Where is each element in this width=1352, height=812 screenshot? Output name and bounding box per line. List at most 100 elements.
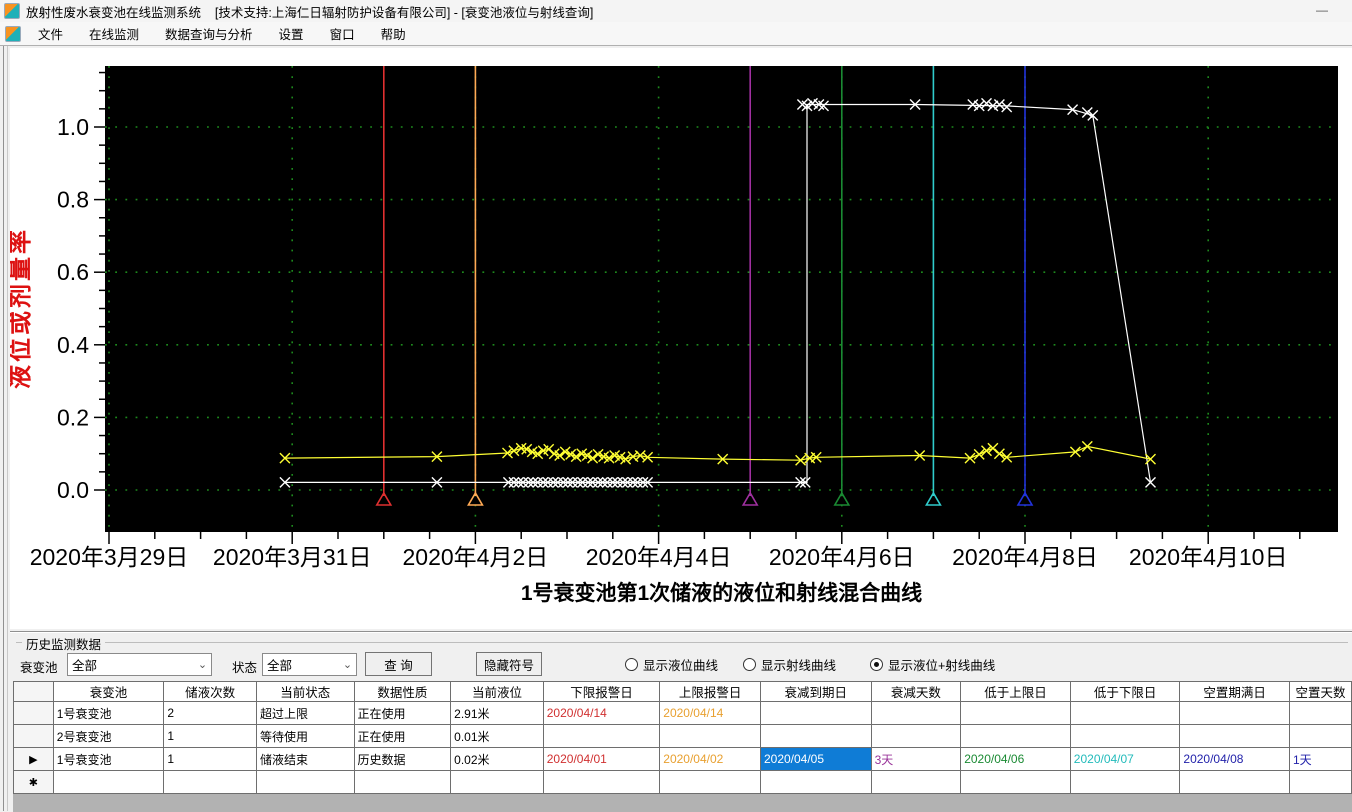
y-tick-label: 0.2 [57, 404, 89, 430]
table-cell[interactable] [759, 724, 872, 748]
table-cell[interactable]: 1号衰变池 [52, 747, 165, 771]
radio-2[interactable]: 显示液位+射线曲线 [870, 655, 995, 674]
menu-item-3[interactable]: 设置 [266, 21, 317, 46]
table-cell[interactable] [542, 770, 661, 794]
table-cell[interactable] [1179, 701, 1290, 725]
table-cell[interactable] [659, 724, 761, 748]
minimize-button[interactable]: — [1316, 3, 1328, 17]
table-cell[interactable] [1179, 770, 1290, 794]
table-cell[interactable]: 2020/04/06 [960, 747, 1071, 771]
table-cell[interactable] [1288, 701, 1352, 725]
table-cell[interactable]: 0.02米 [450, 747, 544, 771]
column-header[interactable]: 低于下限日 [1069, 681, 1181, 702]
table-cell[interactable]: 2020/04/01 [542, 747, 661, 771]
table-cell[interactable] [52, 770, 165, 794]
table-cell[interactable]: 历史数据 [353, 747, 452, 771]
column-header[interactable]: 下限报警日 [542, 681, 661, 702]
table-cell[interactable]: 1 [163, 747, 257, 771]
table-cell[interactable] [1069, 701, 1181, 725]
y-tick-label: 0.4 [57, 332, 89, 358]
x-tick-label: 2020年3月29日 [30, 544, 189, 570]
row-selector[interactable]: ▶ [13, 747, 54, 771]
history-data-panel: 历史监测数据 衰变池 全部 ⌄ 状态 全部 ⌄ 查 询 隐藏符号 显示液位曲线 显… [10, 631, 1352, 812]
x-tick-label: 2020年4月8日 [952, 544, 1098, 570]
table-cell[interactable] [1288, 770, 1352, 794]
status-filter-combobox[interactable]: 全部 ⌄ [262, 653, 357, 676]
menu-bar: 文件 在线监测 数据查询与分析 设置 窗口 帮助 [0, 22, 1352, 45]
table-cell[interactable] [450, 770, 544, 794]
row-selector[interactable] [13, 701, 54, 725]
y-tick-label: 0.6 [57, 259, 89, 285]
table-cell[interactable]: 2号衰变池 [52, 724, 165, 748]
chart-panel: 2020年3月29日 2020年3月31日 2020年4月2日 2020年4月4日 20… [6, 48, 1352, 629]
table-cell[interactable] [1179, 724, 1290, 748]
table-cell[interactable] [870, 770, 962, 794]
pool-filter-value: 全部 [72, 659, 98, 673]
column-header[interactable]: 当前液位 [450, 681, 544, 702]
table-cell[interactable]: 正在使用 [353, 724, 452, 748]
table-cell[interactable]: 等待使用 [255, 724, 355, 748]
table-cell[interactable] [542, 724, 661, 748]
mdi-left-border [3, 46, 4, 811]
row-selector[interactable]: ✱ [13, 770, 54, 794]
table-cell[interactable] [759, 701, 872, 725]
radio-icon[interactable] [743, 658, 756, 671]
table-cell[interactable] [960, 701, 1071, 725]
table-cell[interactable]: 2.91米 [450, 701, 544, 725]
table-cell[interactable]: 2020/04/08 [1179, 747, 1290, 771]
column-header[interactable]: 当前状态 [255, 681, 355, 702]
column-header[interactable]: 衰减天数 [870, 681, 962, 702]
menu-item-0[interactable]: 文件 [25, 21, 76, 46]
table-row: ▶ 1号衰变池 1 储液结束 历史数据 0.02米 2020/04/01 2020/04/02… [13, 747, 1352, 771]
table-cell[interactable]: 1 [163, 724, 257, 748]
table-cell[interactable] [960, 724, 1071, 748]
table-cell[interactable] [255, 770, 355, 794]
table-cell[interactable] [870, 701, 962, 725]
column-header[interactable]: 空置期满日 [1179, 681, 1290, 702]
hide-symbols-button[interactable]: 隐藏符号 [476, 652, 542, 676]
column-header[interactable]: 空置天数 [1288, 681, 1352, 702]
column-header[interactable]: 衰变池 [52, 681, 165, 702]
menu-item-1[interactable]: 在线监测 [76, 21, 152, 46]
table-cell[interactable]: 储液结束 [255, 747, 355, 771]
row-selector[interactable] [13, 724, 54, 748]
child-window-icon[interactable] [5, 25, 21, 42]
table-cell[interactable] [353, 770, 452, 794]
table-cell[interactable] [163, 770, 257, 794]
radio-label: 显示液位+射线曲线 [888, 659, 996, 673]
radio-selected-icon[interactable] [870, 658, 883, 671]
table-cell[interactable]: 2020/04/05 [759, 747, 872, 771]
column-header[interactable]: 上限报警日 [659, 681, 761, 702]
table-cell[interactable] [659, 770, 761, 794]
table-cell[interactable]: 2020/04/14 [542, 701, 661, 725]
menu-item-4[interactable]: 窗口 [317, 21, 368, 46]
query-button[interactable]: 查 询 [365, 652, 432, 676]
table-cell[interactable]: 2020/04/14 [659, 701, 761, 725]
table-cell[interactable]: 0.01米 [450, 724, 544, 748]
table-cell[interactable] [960, 770, 1071, 794]
menu-item-2[interactable]: 数据查询与分析 [152, 21, 266, 46]
radio-icon[interactable] [625, 658, 638, 671]
column-header[interactable]: 数据性质 [353, 681, 452, 702]
table-cell[interactable] [1288, 724, 1352, 748]
column-header[interactable]: 储液次数 [163, 681, 257, 702]
table-cell[interactable]: 1号衰变池 [52, 701, 165, 725]
table-cell[interactable] [870, 724, 962, 748]
radio-0[interactable]: 显示液位曲线 [625, 655, 718, 674]
table-cell[interactable]: 2020/04/07 [1069, 747, 1181, 771]
table-cell[interactable] [1069, 724, 1181, 748]
menu-item-5[interactable]: 帮助 [368, 21, 419, 46]
table-cell[interactable]: 超过上限 [255, 701, 355, 725]
table-cell[interactable]: 1天 [1288, 747, 1352, 771]
column-header[interactable]: 衰减到期日 [759, 681, 872, 702]
table-cell[interactable] [1069, 770, 1181, 794]
table-cell[interactable]: 3天 [870, 747, 962, 771]
table-row: ✱ [13, 770, 1352, 794]
radio-1[interactable]: 显示射线曲线 [743, 655, 836, 674]
table-cell[interactable]: 正在使用 [353, 701, 452, 725]
table-cell[interactable]: 2 [163, 701, 257, 725]
table-cell[interactable] [759, 770, 872, 794]
pool-filter-combobox[interactable]: 全部 ⌄ [67, 653, 212, 676]
column-header[interactable]: 低于上限日 [960, 681, 1071, 702]
table-cell[interactable]: 2020/04/02 [659, 747, 761, 771]
